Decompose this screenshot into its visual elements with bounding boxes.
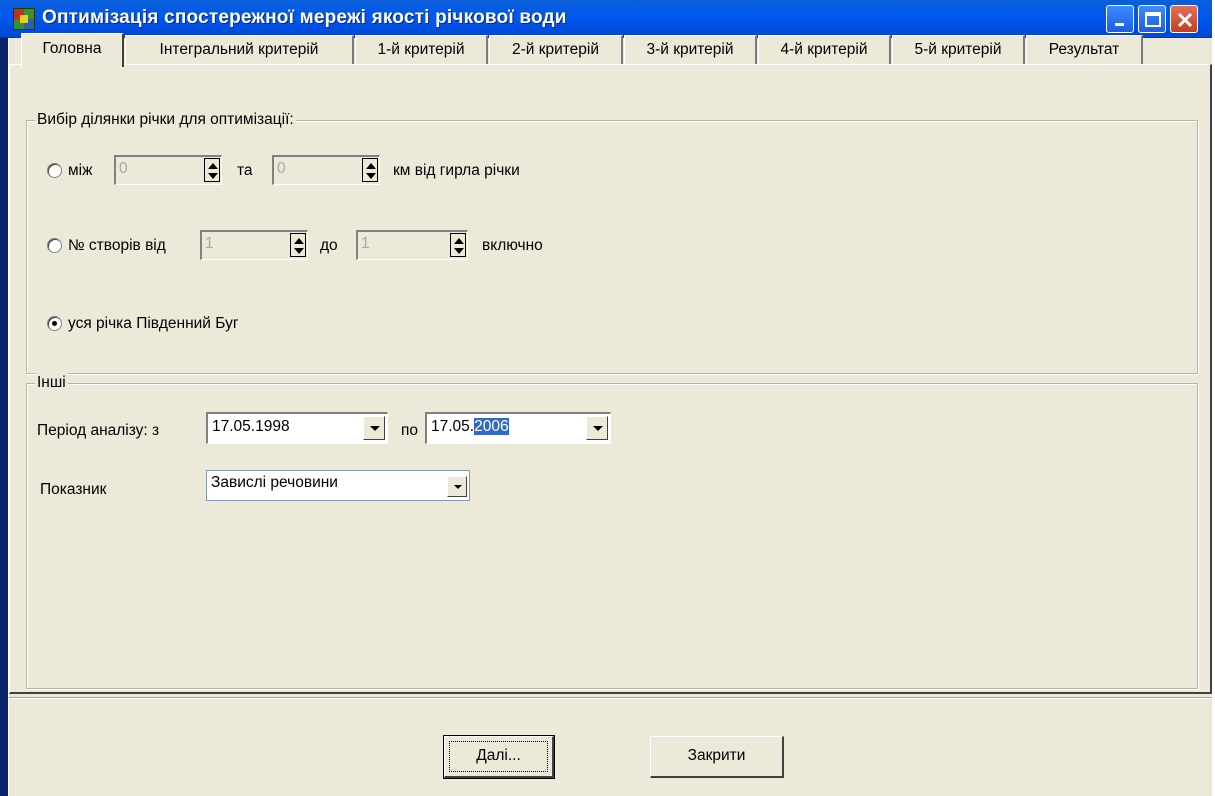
indicator-value: Завислі речовини: [211, 474, 338, 491]
spinner-arrows-icon[interactable]: [450, 233, 466, 257]
period-to-date-prefix: 17.05.: [431, 418, 475, 435]
maximize-icon: [1145, 12, 1161, 27]
period-from-datepicker[interactable]: 17.05.1998: [206, 412, 388, 444]
indicator-label: Показник: [40, 481, 107, 498]
close-button-label: Закрити: [687, 747, 746, 764]
tab-label: 2-й критерій: [511, 41, 600, 58]
km-suffix-label: км від гирла річки: [393, 162, 520, 179]
maximize-button[interactable]: [1138, 5, 1166, 33]
period-from-value: 17.05.1998: [212, 418, 290, 435]
separator: [9, 697, 1212, 699]
km-to-value: 0: [277, 160, 286, 177]
period-to-value: 17.05.2006: [431, 418, 509, 436]
tab-criterion-5[interactable]: 5-й критерій: [892, 35, 1025, 65]
site-to-value: 1: [361, 235, 370, 252]
dropdown-button[interactable]: [447, 476, 467, 497]
tab-criterion-2[interactable]: 2-й критерій: [489, 35, 623, 65]
between-label: між: [68, 162, 93, 179]
chevron-down-icon: [593, 426, 603, 431]
tab-integral-criterion[interactable]: Інтегральний критерій: [125, 35, 354, 65]
close-icon: [1177, 12, 1193, 28]
tab-label: 1-й критерій: [377, 41, 465, 58]
site-to-spinner[interactable]: 1: [356, 230, 468, 260]
km-to-spinner[interactable]: 0: [272, 155, 380, 185]
to-label: до: [320, 237, 338, 254]
inclusive-label: включно: [482, 237, 543, 254]
chevron-down-icon: [370, 426, 380, 431]
tab-label: Головна: [42, 40, 102, 57]
title-bar[interactable]: Оптимізація спостережної мережі якості р…: [0, 0, 1212, 38]
radio-whole-river[interactable]: [47, 316, 62, 331]
tab-label: 5-й критерій: [914, 41, 1002, 58]
km-from-spinner[interactable]: 0: [114, 155, 222, 185]
spinner-arrows-icon[interactable]: [290, 233, 306, 257]
spinner-arrows-icon[interactable]: [204, 158, 220, 182]
whole-river-label: уся річка Південний Буг: [68, 315, 239, 332]
indicator-select[interactable]: Завислі речовини: [206, 470, 470, 501]
chevron-down-icon: [454, 485, 462, 489]
close-window-button[interactable]: [1170, 5, 1198, 33]
period-to-label: по: [401, 422, 419, 439]
site-from-value: 1: [205, 235, 214, 252]
tab-result[interactable]: Результат: [1026, 35, 1143, 65]
radio-between-km[interactable]: [47, 163, 62, 178]
tab-label: Інтегральний критерій: [159, 41, 319, 58]
tab-main[interactable]: Головна: [21, 33, 124, 67]
and-label: та: [237, 162, 253, 179]
minimize-button[interactable]: [1106, 5, 1134, 33]
site-from-spinner[interactable]: 1: [200, 230, 308, 260]
other-legend: Інші: [35, 373, 68, 393]
radio-site-numbers[interactable]: [47, 238, 62, 253]
focus-rect: [449, 741, 548, 772]
tab-criterion-3[interactable]: 3-й критерій: [624, 35, 757, 65]
spinner-arrows-icon[interactable]: [362, 158, 378, 182]
tab-criterion-1[interactable]: 1-й критерій: [355, 35, 488, 65]
minimize-icon: [1115, 23, 1124, 26]
window-title: Оптимізація спостережної мережі якості р…: [42, 7, 567, 28]
next-button[interactable]: Далі...: [443, 735, 555, 779]
km-from-value: 0: [119, 160, 128, 177]
period-to-datepicker[interactable]: 17.05.2006: [425, 412, 611, 444]
period-to-year-selected: 2006: [474, 418, 509, 435]
tab-label: 3-й критерій: [646, 41, 734, 58]
tab-criterion-4[interactable]: 4-й критерій: [758, 35, 891, 65]
dropdown-button[interactable]: [586, 416, 608, 440]
close-button[interactable]: Закрити: [650, 736, 784, 778]
period-label: Період аналізу: з: [37, 422, 160, 439]
tab-label: Результат: [1048, 41, 1120, 58]
river-section-legend: Вибір ділянки річки для оптимізації:: [35, 110, 296, 130]
app-icon: [13, 8, 35, 30]
sites-from-label: № створів від: [68, 237, 166, 254]
dropdown-button[interactable]: [363, 416, 385, 440]
other-groupbox: Інші: [26, 373, 1198, 689]
tab-label: 4-й критерій: [780, 41, 868, 58]
